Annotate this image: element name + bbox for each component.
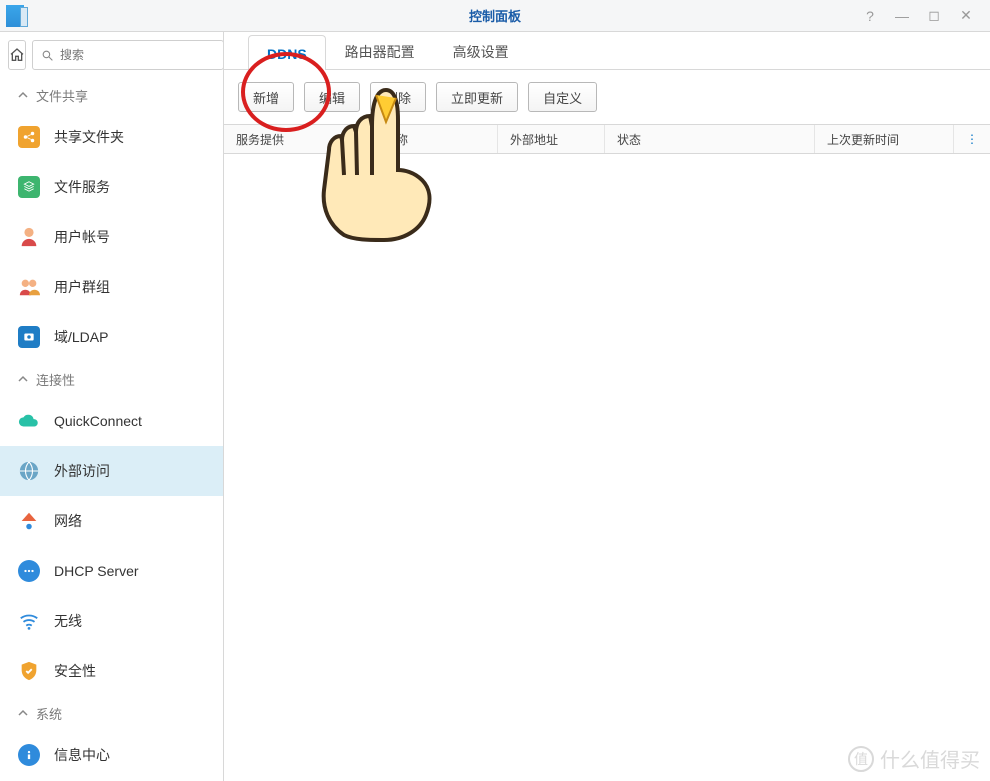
sidebar-item-wireless[interactable]: 无线 xyxy=(0,596,223,646)
sidebar-item-label: 共享文件夹 xyxy=(54,127,124,147)
sidebar-item-label: 网络 xyxy=(54,511,82,531)
app-icon xyxy=(6,5,24,27)
section-connectivity[interactable]: 连接性 xyxy=(0,362,223,396)
chevron-up-icon xyxy=(18,90,28,100)
ldap-icon xyxy=(18,326,40,348)
chevron-up-icon xyxy=(18,374,28,384)
edit-button[interactable]: 编辑 xyxy=(304,82,360,112)
titlebar: 控制面板 ? — ◻ ✕ xyxy=(0,0,990,32)
watermark-text: 什么值得买 xyxy=(880,744,980,773)
group-icon xyxy=(18,276,40,298)
sidebar-item-file-services[interactable]: 文件服务 xyxy=(0,162,223,212)
sidebar-item-info-center[interactable]: 信息中心 xyxy=(0,730,223,780)
tab-advanced[interactable]: 高级设置 xyxy=(434,31,528,70)
sidebar-item-label: 信息中心 xyxy=(54,745,110,765)
th-last-updated[interactable]: 上次更新时间 xyxy=(815,125,954,153)
info-icon xyxy=(18,744,40,766)
sidebar-item-shared-folder[interactable]: 共享文件夹 xyxy=(0,112,223,162)
dhcp-icon xyxy=(18,560,40,582)
th-external-addr[interactable]: 外部地址 xyxy=(498,125,605,153)
search-box[interactable] xyxy=(32,40,224,70)
sidebar-item-label: 文件服务 xyxy=(54,177,110,197)
minimize-button[interactable]: — xyxy=(886,6,918,26)
sidebar-item-user[interactable]: 用户帐号 xyxy=(0,212,223,262)
search-row xyxy=(0,32,223,78)
sidebar-item-label: 无线 xyxy=(54,611,82,631)
section-label: 连接性 xyxy=(36,370,75,389)
update-now-button[interactable]: 立即更新 xyxy=(436,82,518,112)
sidebar-item-label: 域/LDAP xyxy=(54,327,108,347)
folder-share-icon xyxy=(18,126,40,148)
sidebar-item-label: 用户群组 xyxy=(54,277,110,297)
sidebar-item-dhcp-server[interactable]: DHCP Server xyxy=(0,546,223,596)
chevron-up-icon xyxy=(18,708,28,718)
search-input[interactable] xyxy=(60,48,215,62)
tab-ddns[interactable]: DDNS xyxy=(248,35,326,70)
section-file-sharing[interactable]: 文件共享 xyxy=(0,78,223,112)
sidebar-item-network[interactable]: 网络 xyxy=(0,496,223,546)
delete-button[interactable]: 删除 xyxy=(370,82,426,112)
cloud-icon xyxy=(18,410,40,432)
th-status[interactable]: 状态 xyxy=(605,125,815,153)
toolbar: 新增 编辑 删除 立即更新 自定义 xyxy=(224,70,990,124)
th-hostname[interactable]: 主机名称 xyxy=(348,125,498,153)
th-menu[interactable]: ⋮ xyxy=(954,125,990,153)
tab-router[interactable]: 路由器配置 xyxy=(326,31,434,70)
maximize-button[interactable]: ◻ xyxy=(918,6,950,26)
th-provider[interactable]: 服务提供 xyxy=(224,125,348,153)
home-button[interactable] xyxy=(8,40,26,70)
network-icon xyxy=(18,510,40,532)
watermark-icon: 值 xyxy=(848,746,874,772)
custom-button[interactable]: 自定义 xyxy=(528,82,597,112)
table-header: 服务提供 主机名称 外部地址 状态 上次更新时间 ⋮ xyxy=(224,124,990,154)
sidebar-item-domain-ldap[interactable]: 域/LDAP xyxy=(0,312,223,362)
search-icon xyxy=(41,49,54,62)
user-icon xyxy=(18,226,40,248)
window-buttons: ? — ◻ ✕ xyxy=(854,6,982,26)
sidebar-item-label: 安全性 xyxy=(54,661,96,681)
sidebar-item-quickconnect[interactable]: QuickConnect xyxy=(0,396,223,446)
section-label: 文件共享 xyxy=(36,86,88,105)
sidebar-item-group[interactable]: 用户群组 xyxy=(0,262,223,312)
section-label: 系统 xyxy=(36,704,62,723)
sidebar-item-external-access[interactable]: 外部访问 xyxy=(0,446,223,496)
sidebar-item-label: QuickConnect xyxy=(54,413,142,429)
file-services-icon xyxy=(18,176,40,198)
sidebar-item-label: DHCP Server xyxy=(54,563,139,579)
sidebar-item-label: 外部访问 xyxy=(54,461,110,481)
tabs: DDNS 路由器配置 高级设置 xyxy=(224,32,990,70)
globe-icon xyxy=(18,460,40,482)
help-button[interactable]: ? xyxy=(854,6,886,26)
section-system[interactable]: 系统 xyxy=(0,696,223,730)
home-icon xyxy=(9,47,25,63)
watermark: 值 什么值得买 xyxy=(848,744,980,773)
window-title: 控制面板 xyxy=(469,6,521,25)
add-button[interactable]: 新增 xyxy=(238,82,294,112)
close-button[interactable]: ✕ xyxy=(950,6,982,26)
main-content: DDNS 路由器配置 高级设置 新增 编辑 删除 立即更新 自定义 服务提供 主… xyxy=(224,32,990,781)
sidebar-item-label: 用户帐号 xyxy=(54,227,110,247)
wifi-icon xyxy=(18,610,40,632)
sidebar-item-security[interactable]: 安全性 xyxy=(0,646,223,696)
shield-icon xyxy=(18,660,40,682)
sidebar: 文件共享 共享文件夹 文件服务 用户帐号 用户群组 域/LDAP 连接性 xyxy=(0,32,224,781)
